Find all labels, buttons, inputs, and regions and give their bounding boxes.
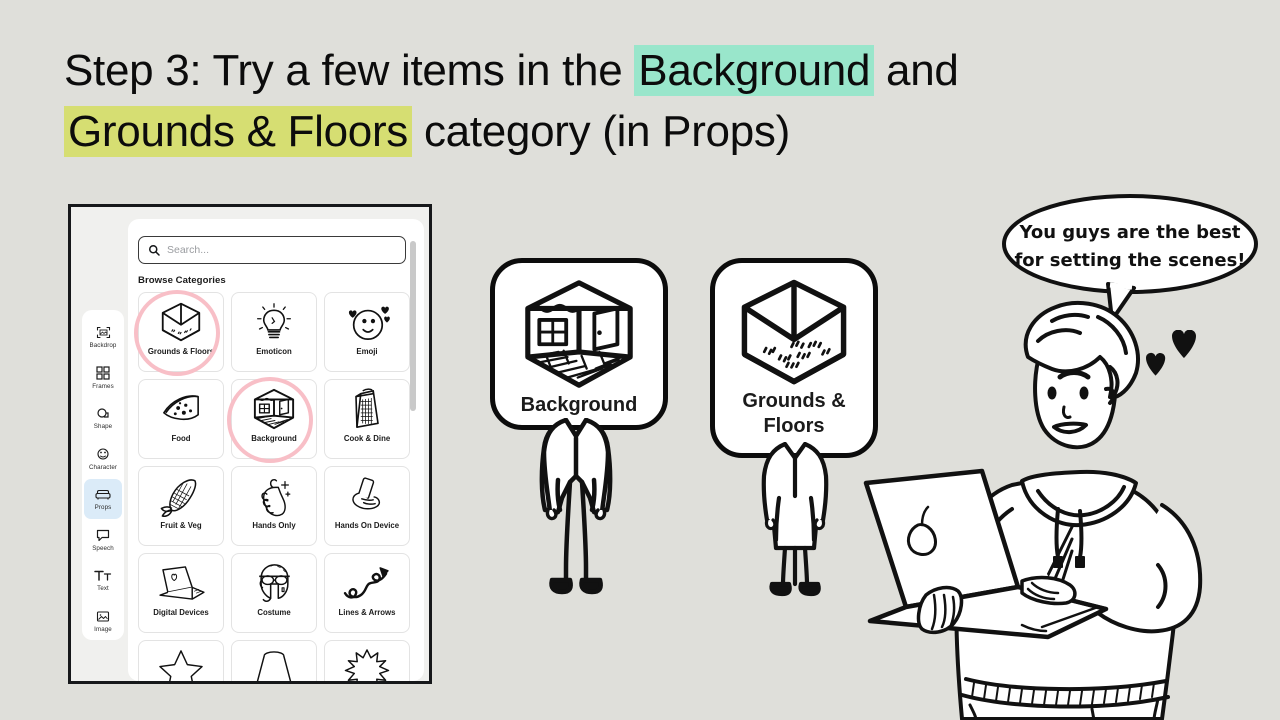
app-panel-screenshot: Search... Browse Categories Grounds & Fl… [68,204,432,684]
figure-with-grounds-head [752,441,838,603]
title-line-2: Grounds & Floors category (in Props) [64,101,1164,162]
title-line-1: Step 3: Try a few items in the Backgroun… [64,45,959,96]
card-caption: Grounds & Floors [742,390,846,437]
category-tile-fruit-veg[interactable]: Fruit & Veg [138,466,224,546]
pinch-hand-icon [232,472,316,520]
sidebar-item-label: Text [97,585,109,593]
scrollbar-thumb[interactable] [410,241,416,411]
category-tile-star[interactable] [138,640,224,681]
sidebar-item-text[interactable]: Text [84,560,122,600]
category-tile-grounds-floors[interactable]: Grounds & Floors [138,292,224,372]
search-placeholder: Search... [167,244,210,256]
sidebar-item-character[interactable]: Character [84,439,122,479]
figure-with-background-head [528,417,624,603]
sidebar-item-label: Speech [92,544,114,552]
shape-icon [96,405,110,422]
frames-icon [96,365,110,382]
category-grid: Grounds & Floors Emoticon Emoji Food Bac… [138,292,412,681]
category-label: Cook & Dine [343,434,391,443]
backdrop-icon [96,324,111,341]
title-highlight-background: Background [634,45,875,96]
sidebar-item-label: Frames [92,382,114,390]
sidebar-item-shape[interactable]: Shape [84,398,122,438]
sidebar-item-label: Shape [93,423,113,431]
room-corner-icon [139,298,223,346]
speech-icon [96,527,110,544]
category-tile-digital-devices[interactable]: Digital Devices [138,553,224,633]
category-label: Food [171,434,191,443]
sidebar-item-frames[interactable]: Frames [84,358,122,398]
title-text-1: Step 3: Try a few items in the [64,46,635,95]
sidebar-item-backdrop[interactable]: Backdrop [84,317,122,357]
text-icon [94,567,112,584]
sidebar-item-props[interactable]: Props [84,479,122,519]
lightbulb-icon [232,298,316,346]
category-tile-lines-arrows[interactable]: Lines & Arrows [324,553,410,633]
slide-canvas: Step 3: Try a few items in the Backgroun… [0,0,1280,720]
category-tile-background[interactable]: Background [231,379,317,459]
big-card-background: Background [490,258,668,430]
category-label: Fruit & Veg [160,521,202,530]
person-with-laptop [862,295,1280,720]
props-icon [95,486,111,503]
category-label: Emoticon [256,347,292,356]
category-tile-food[interactable]: Food [138,379,224,459]
star-icon [139,646,223,681]
category-tile-starburst[interactable] [324,640,410,681]
category-label: Digital Devices [153,608,209,617]
page-title: Step 3: Try a few items in the Backgroun… [64,40,1164,162]
starburst-icon [325,646,409,681]
image-icon [96,608,110,625]
bubble-line-2: for setting the scenes! [1014,250,1245,271]
bubble-line-1: You guys are the best [1018,222,1240,243]
sidebar-item-label: Props [94,504,112,512]
card-caption: Background [520,394,638,416]
category-tile-cook-dine[interactable]: Cook & Dine [324,379,410,459]
category-label: Emoji [356,347,378,356]
category-tile-costume[interactable]: Costume [231,553,317,633]
category-label: Grounds & Floors [147,347,215,356]
title-highlight-grounds-floors: Grounds & Floors [64,106,413,157]
pizza-slice-icon [139,385,223,433]
search-input[interactable]: Search... [138,236,406,264]
room-window-door-icon [232,385,316,433]
lampshade-icon [232,646,316,681]
aviator-cap-icon [232,559,316,607]
smiley-hearts-icon [325,298,409,346]
browse-categories-heading: Browse Categories [138,275,226,286]
category-label: Hands Only [252,521,296,530]
big-card-grounds-floors: Grounds & Floors [710,258,878,458]
corn-icon [139,472,223,520]
title-text-2: and [874,46,959,95]
category-label: Costume [257,608,291,617]
room-window-door-icon [515,275,643,393]
category-label: Background [251,434,297,443]
category-tile-hands-only[interactable]: Hands Only [231,466,317,546]
hand-phone-icon [325,472,409,520]
room-corner-icon [732,275,856,389]
category-label: Hands On Device [334,521,400,530]
category-tile-hands-on-device[interactable]: Hands On Device [324,466,410,546]
sidebar-item-speech[interactable]: Speech [84,520,122,560]
laptop-icon [139,559,223,607]
search-icon [149,245,160,256]
category-tile-emoticon[interactable]: Emoticon [231,292,317,372]
grater-icon [325,385,409,433]
category-label: Lines & Arrows [338,608,396,617]
sidebar-item-label: Image [94,625,112,633]
tool-rail: Backdrop Frames Shape Character Props Sp… [82,310,124,640]
props-flyout-panel: Search... Browse Categories Grounds & Fl… [128,219,424,681]
curly-arrow-icon [325,559,409,607]
sidebar-item-label: Character [88,463,118,471]
character-icon [96,446,110,463]
title-text-3: category (in Props) [412,107,790,156]
category-tile-lampshade[interactable] [231,640,317,681]
sidebar-item-label: Backdrop [89,342,117,350]
sidebar-item-image[interactable]: Image [84,601,122,641]
category-tile-emoji[interactable]: Emoji [324,292,410,372]
